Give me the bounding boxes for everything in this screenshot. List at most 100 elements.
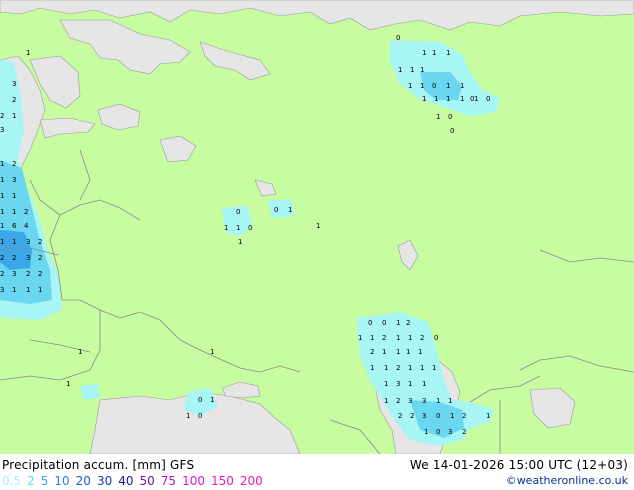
- precip-value-label: 1: [0, 208, 4, 216]
- precip-value-label: 3: [0, 126, 4, 134]
- legend-item: 75: [160, 474, 177, 488]
- precip-value-label: 1: [0, 192, 4, 200]
- precip-value-label: 0: [368, 319, 372, 327]
- precip-value-label: 1: [406, 348, 410, 356]
- credit-link[interactable]: ©weatheronline.co.uk: [506, 474, 628, 487]
- precip-value-label: 1: [396, 348, 400, 356]
- precip-value-label: 1: [38, 286, 42, 294]
- precip-value-label: 1: [420, 66, 424, 74]
- precipitation-map: 1111011111011011111010000111011001211211…: [0, 0, 634, 454]
- precip-value-label: 3: [422, 412, 426, 420]
- lake-onega: [159, 135, 197, 163]
- precip-value-label: 1: [210, 348, 214, 356]
- precip-value-label: 1: [0, 238, 4, 246]
- precip-value-label: 1: [12, 286, 16, 294]
- legend-item: 200: [239, 474, 263, 488]
- precip-value-label: 2: [38, 254, 42, 262]
- precip-value-label: 2: [420, 334, 424, 342]
- precip-value-label: 1: [0, 222, 4, 230]
- precip-value-label: 2: [462, 412, 466, 420]
- precip-value-label: 1: [370, 334, 374, 342]
- precip-value-label: 2: [0, 270, 4, 278]
- precip-value-label: 0: [486, 95, 490, 103]
- precip-value-label: 1: [436, 113, 440, 121]
- precip-value-label: 2: [382, 334, 386, 342]
- precip-value-label: 0: [436, 412, 440, 420]
- precip-value-label: 1: [78, 348, 82, 356]
- precip-value-label: 1: [316, 222, 320, 230]
- precip-value-label: 1: [408, 380, 412, 388]
- precip-value-label: 2: [396, 364, 400, 372]
- precip-value-label: 3: [396, 380, 400, 388]
- precip-value-label: 1: [446, 95, 450, 103]
- precip-value-label: 2: [396, 397, 400, 405]
- lake-ladoga: [97, 103, 141, 131]
- precip-value-label: 2: [38, 270, 42, 278]
- precip-value-label: 2: [26, 270, 30, 278]
- kuibyshev: [397, 239, 419, 271]
- precip-value-label: 1: [358, 334, 362, 342]
- legend-item: 100: [182, 474, 205, 488]
- precip-value-label: 0: [448, 113, 452, 121]
- precip-value-label: 3: [448, 428, 452, 436]
- precip-value-label: 1: [486, 412, 490, 420]
- precip-south: [80, 384, 100, 400]
- precip-value-label: 1: [0, 176, 4, 184]
- kola-coast: [199, 41, 271, 81]
- rybinsk: [254, 179, 277, 197]
- precip-value-label: 2: [370, 348, 374, 356]
- precip-value-label: 1: [408, 364, 412, 372]
- precip-value-label: 1: [434, 95, 438, 103]
- precip-value-label: 0: [436, 428, 440, 436]
- legend-item: 30: [96, 474, 113, 488]
- precip-value-label: 1: [424, 428, 428, 436]
- precip-value-label: 3: [26, 238, 30, 246]
- precip-value-label: 1: [370, 364, 374, 372]
- precip-value-label: 1: [446, 49, 450, 57]
- precip-value-label: 0: [382, 319, 386, 327]
- precip-value-label: 1: [288, 206, 292, 214]
- precip-value-label: 2: [38, 238, 42, 246]
- precip-value-label: 1: [422, 95, 426, 103]
- precip-value-label: 1: [408, 334, 412, 342]
- precip-value-label: 1: [418, 348, 422, 356]
- precip-value-label: 3: [12, 80, 16, 88]
- precip-value-label: 1: [432, 49, 436, 57]
- precip-value-label: 3: [26, 254, 30, 262]
- precip-value-label: 3: [422, 397, 426, 405]
- map-canvas: 1 1 1 101 1 11 1 0 1 101 1 1 1 1 01 000 0 11 1 0110 0 1 21 1 2 1 1…: [0, 0, 634, 454]
- precip-value-label: 1: [224, 224, 228, 232]
- precip-value-label: 2: [406, 319, 410, 327]
- map-datetime: We 14-01-2026 15:00 UTC (12+03): [409, 458, 628, 472]
- precip-value-label: 2: [24, 208, 28, 216]
- precip-value-label: 1: [420, 364, 424, 372]
- legend-item: 0.5: [2, 474, 22, 488]
- aral-sea: [529, 387, 576, 429]
- precip-value-label: 1: [210, 396, 214, 404]
- precip-value-label: 2: [12, 160, 16, 168]
- precip-value-label: 1: [460, 95, 464, 103]
- precip-value-label: 1: [422, 49, 426, 57]
- precip-value-label: 6: [12, 222, 17, 230]
- precip-value-label: 1: [12, 112, 16, 120]
- precip-value-label: 1: [398, 66, 402, 74]
- legend-item: 5: [40, 474, 49, 488]
- precip-value-label: 0: [434, 334, 438, 342]
- precip-value-label: 2: [0, 254, 4, 262]
- precip-value-label: 1: [26, 286, 30, 294]
- precip-value-label: 3: [12, 270, 16, 278]
- precip-value-label: 1: [384, 397, 388, 405]
- precip-value-label: 1: [384, 380, 388, 388]
- precip-value-label: 1: [12, 208, 16, 216]
- precip-value-label: 2: [410, 412, 414, 420]
- precip-value-label: 1: [384, 364, 388, 372]
- legend-item: 40: [118, 474, 134, 488]
- precip-value-label: 1: [432, 364, 436, 372]
- legend-item: 10: [54, 474, 70, 488]
- precip-value-label: 1: [410, 66, 414, 74]
- precip-value-label: 1: [238, 238, 242, 246]
- precip-value-label: 0: [274, 206, 278, 214]
- precip-value-label: 1: [12, 192, 16, 200]
- precip-value-label: 1: [236, 224, 240, 232]
- precip-value-label: 3: [0, 286, 4, 294]
